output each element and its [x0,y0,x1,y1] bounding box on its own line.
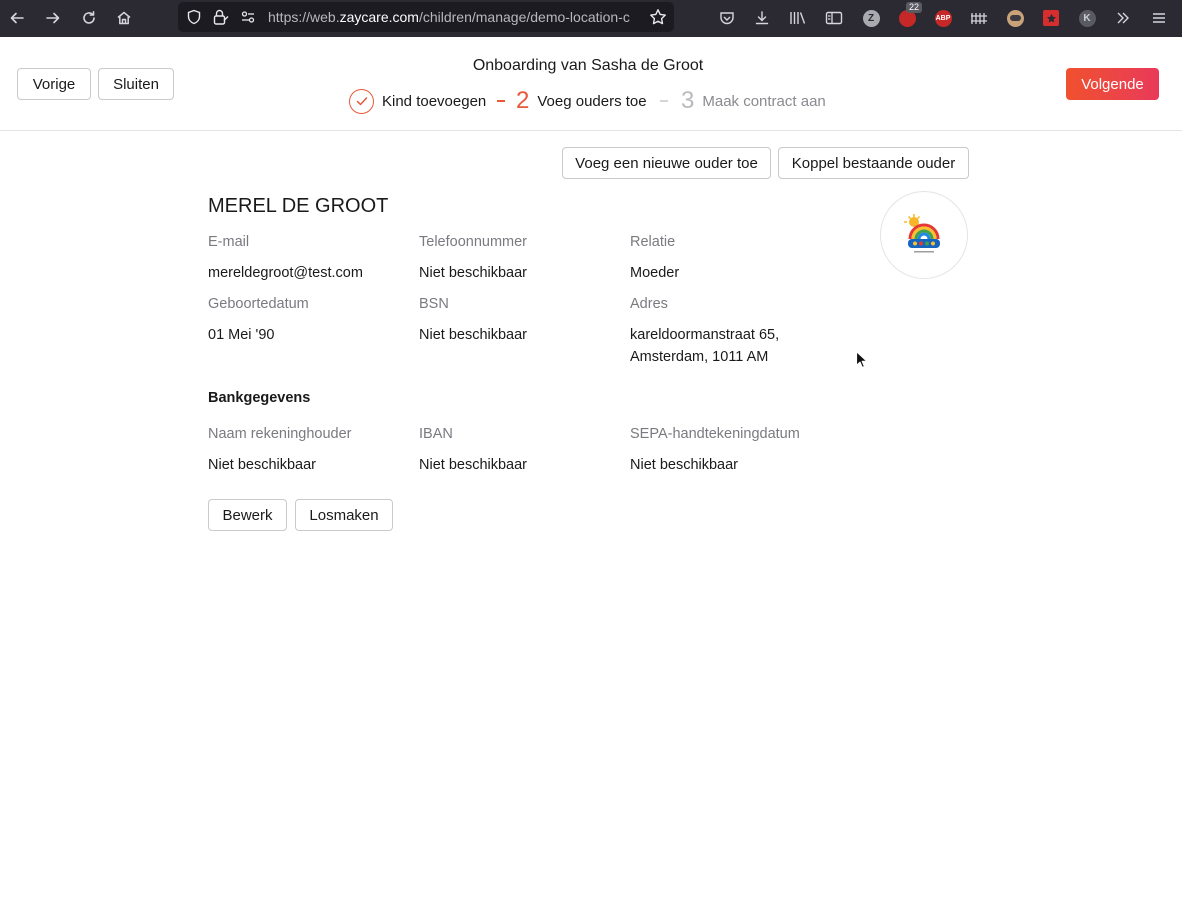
sepa-date-label: SEPA-handtekeningdatum [630,426,800,442]
checkmark-icon [349,88,374,114]
forward-arrow-icon[interactable] [40,5,66,31]
unlink-button[interactable]: Losmaken [295,499,393,531]
bank-section-title: Bankgegevens [208,390,311,406]
reader-view-icon[interactable] [822,6,846,30]
step-number: 3 [681,87,695,114]
adblock-plus-icon[interactable]: ABP [931,6,955,30]
link-existing-parent-button[interactable]: Koppel bestaande ouder [778,147,969,179]
address-label: Adres [630,296,668,312]
url-text[interactable]: https://web.zaycare.com/children/manage/… [268,9,640,27]
parent-name: MEREL DE GROOT [208,195,389,217]
phone-label: Telefoonnummer [419,234,527,250]
step-label: Kind toevoegen [382,92,487,110]
bookmark-star-icon[interactable] [1039,6,1063,30]
privacy-badger-icon[interactable] [1003,6,1027,30]
download-icon[interactable] [750,6,774,30]
relation-value: Moeder [630,265,680,281]
account-holder-value: Niet beschikbaar [208,457,316,473]
ublock-badge: 22 [906,2,922,13]
close-button[interactable]: Sluiten [98,68,174,100]
page-title: Onboarding van Sasha de Groot [472,57,704,74]
email-value: mereldegroot@test.com [208,265,363,281]
reload-icon[interactable] [76,5,102,31]
step-connector [660,100,668,102]
back-arrow-icon[interactable] [4,5,30,31]
step-add-child: Kind toevoegen [349,88,486,114]
pocket-icon[interactable] [715,6,739,30]
bsn-value: Niet beschikbaar [419,327,527,343]
step-number: 2 [516,87,530,114]
relation-label: Relatie [630,234,676,250]
add-new-parent-button[interactable]: Voeg een nieuwe ouder toe [562,147,771,179]
sepa-date-value: Niet beschikbaar [630,457,738,473]
browser-toolbar: https://web.zaycare.com/children/manage/… [0,0,1182,37]
step-label: Voeg ouders toe [537,92,647,110]
step-add-parents: 2 Voeg ouders toe [516,88,647,114]
step-create-contract: 3 Maak contract aan [681,88,826,114]
onboarding-header: Vorige Sluiten Onboarding van Sasha de G… [0,37,1182,131]
lock-icon[interactable] [212,8,229,31]
iban-label: IBAN [419,426,453,442]
email-label: E-mail [208,234,250,250]
account-holder-label: Naam rekeninghouder [208,426,352,442]
account-icon[interactable]: K [1075,6,1099,30]
phone-value: Niet beschikbaar [419,265,527,281]
home-icon[interactable] [111,5,137,31]
bsn-label: BSN [419,296,449,312]
zotero-icon[interactable]: Z [859,6,883,30]
library-icon[interactable] [786,6,810,30]
url-prefix: https://web. [268,9,340,25]
url-host: zaycare.com [339,9,419,25]
avatar [880,191,968,279]
step-connector [497,100,505,102]
url-path: /children/manage/demo-location-c [418,9,630,25]
birthdate-value: 01 Mei '90 [208,327,275,343]
back-button[interactable]: Vorige [17,68,91,100]
step-label: Maak contract aan [702,92,826,110]
permissions-icon[interactable] [240,9,256,30]
daycare-logo-icon [904,214,940,253]
overflow-icon[interactable] [1111,6,1135,30]
mouse-cursor-icon [855,350,869,375]
address-line-2: Amsterdam, 1011 AM [630,349,769,365]
iban-value: Niet beschikbaar [419,457,527,473]
address-bar[interactable]: https://web.zaycare.com/children/manage/… [178,2,674,32]
bookmark-star-outline-icon[interactable] [649,8,667,31]
address-line-1: kareldoormanstraat 65, [630,327,780,343]
tracking-shield-icon[interactable] [186,9,202,30]
containers-icon[interactable] [967,6,991,30]
menu-icon[interactable] [1147,6,1171,30]
birthdate-label: Geboortedatum [208,296,309,312]
ublock-icon[interactable]: 22 [895,2,922,30]
next-button[interactable]: Volgende [1066,68,1159,100]
edit-button[interactable]: Bewerk [208,499,287,531]
